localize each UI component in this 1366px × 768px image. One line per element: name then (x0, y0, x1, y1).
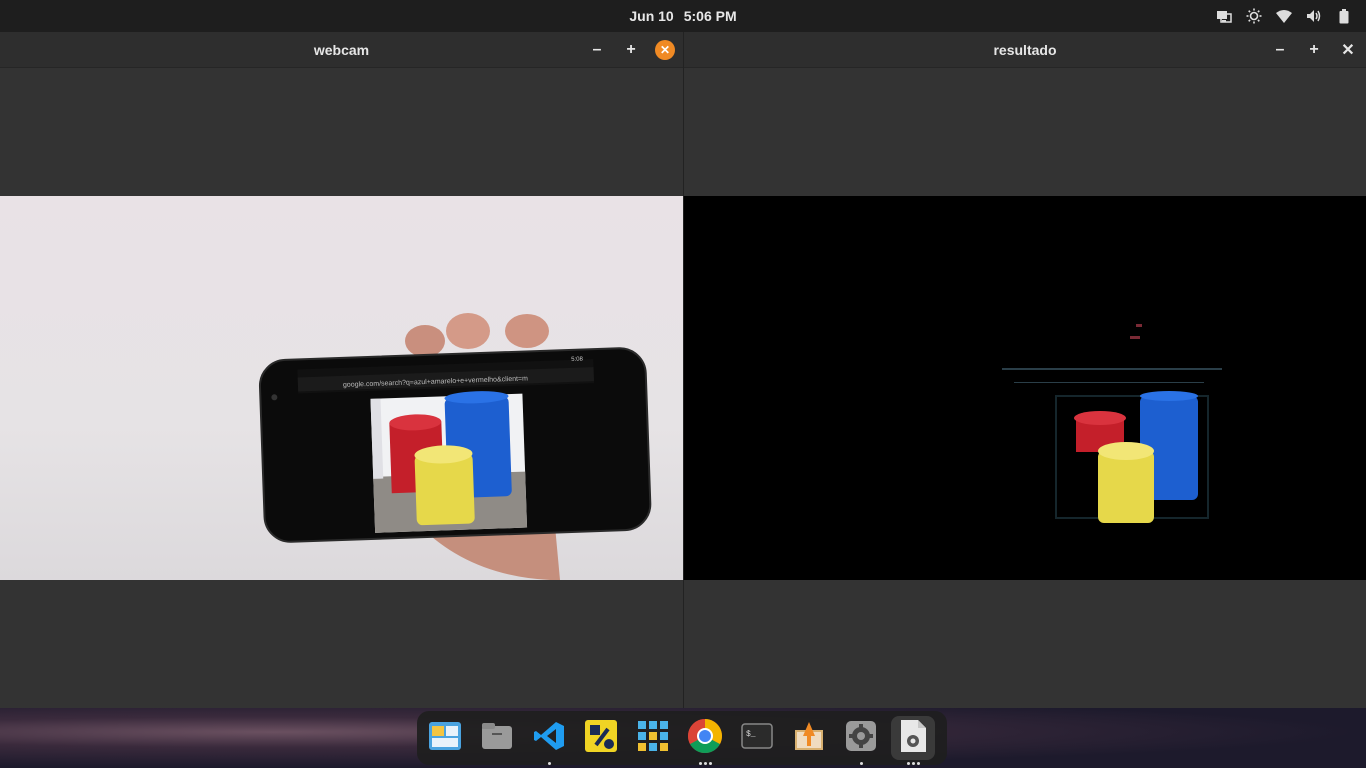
brightness-icon[interactable] (1246, 8, 1262, 24)
window-title: webcam (313, 42, 370, 58)
app-grid-icon (638, 720, 668, 756)
date-label: Jun 10 (629, 8, 674, 24)
settings-tool-icon (584, 719, 618, 758)
dock: $_ (417, 711, 947, 765)
dock-item-workspaces[interactable] (423, 716, 467, 760)
webcam-content: google.com/search?q=azul+amarelo+e+verme… (0, 68, 683, 708)
files-icon (481, 722, 513, 755)
time-label: 5:06 PM (683, 8, 737, 24)
battery-icon[interactable] (1336, 8, 1352, 24)
python-script-icon (899, 719, 927, 758)
vscode-icon (533, 720, 565, 757)
result-frame (684, 196, 1366, 580)
dock-item-vscode[interactable] (527, 716, 571, 765)
maximize-button[interactable]: + (621, 40, 641, 60)
clock[interactable]: Jun 10 5:06 PM (0, 0, 1366, 32)
installer-icon (793, 720, 825, 757)
wifi-icon[interactable] (1276, 8, 1292, 24)
webcam-window[interactable]: webcam – + ✕ google.com/search?q=azul+am… (0, 32, 683, 708)
system-settings-icon (845, 720, 877, 757)
dock-item-settings-tool[interactable] (579, 716, 623, 760)
resultado-window[interactable]: resultado – + ✕ (683, 32, 1366, 708)
phone-clock: 5:08 (571, 356, 584, 362)
dock-item-chrome[interactable] (683, 716, 727, 765)
dock-item-terminal[interactable]: $_ (735, 716, 779, 760)
webcam-titlebar[interactable]: webcam – + ✕ (0, 32, 683, 68)
top-bar: Jun 10 5:06 PM (0, 0, 1366, 32)
workspaces-icon (428, 721, 462, 756)
dock-item-python-script[interactable] (891, 716, 935, 765)
close-button[interactable]: ✕ (655, 40, 675, 60)
screen-share-icon[interactable] (1216, 8, 1232, 24)
dock-item-app-grid[interactable] (631, 716, 675, 760)
desktop-wallpaper: $_ (0, 708, 1366, 768)
result-image (1002, 324, 1222, 523)
webcam-image: google.com/search?q=azul+amarelo+e+verme… (258, 313, 652, 580)
maximize-button[interactable]: + (1304, 40, 1324, 60)
svg-text:$_: $_ (746, 730, 756, 739)
dock-item-installer[interactable] (787, 716, 831, 760)
volume-icon[interactable] (1306, 8, 1322, 24)
resultado-titlebar[interactable]: resultado – + ✕ (684, 32, 1366, 68)
minimize-button[interactable]: – (1270, 40, 1290, 60)
system-tray[interactable] (1216, 0, 1352, 32)
minimize-button[interactable]: – (587, 40, 607, 60)
window-title: resultado (993, 42, 1057, 58)
terminal-icon: $_ (741, 722, 773, 754)
dock-item-system-settings[interactable] (839, 716, 883, 765)
dock-item-files[interactable] (475, 716, 519, 760)
webcam-frame: google.com/search?q=azul+amarelo+e+verme… (0, 196, 683, 580)
resultado-content (684, 68, 1366, 708)
chrome-icon (687, 718, 723, 759)
close-button[interactable]: ✕ (1338, 40, 1358, 60)
